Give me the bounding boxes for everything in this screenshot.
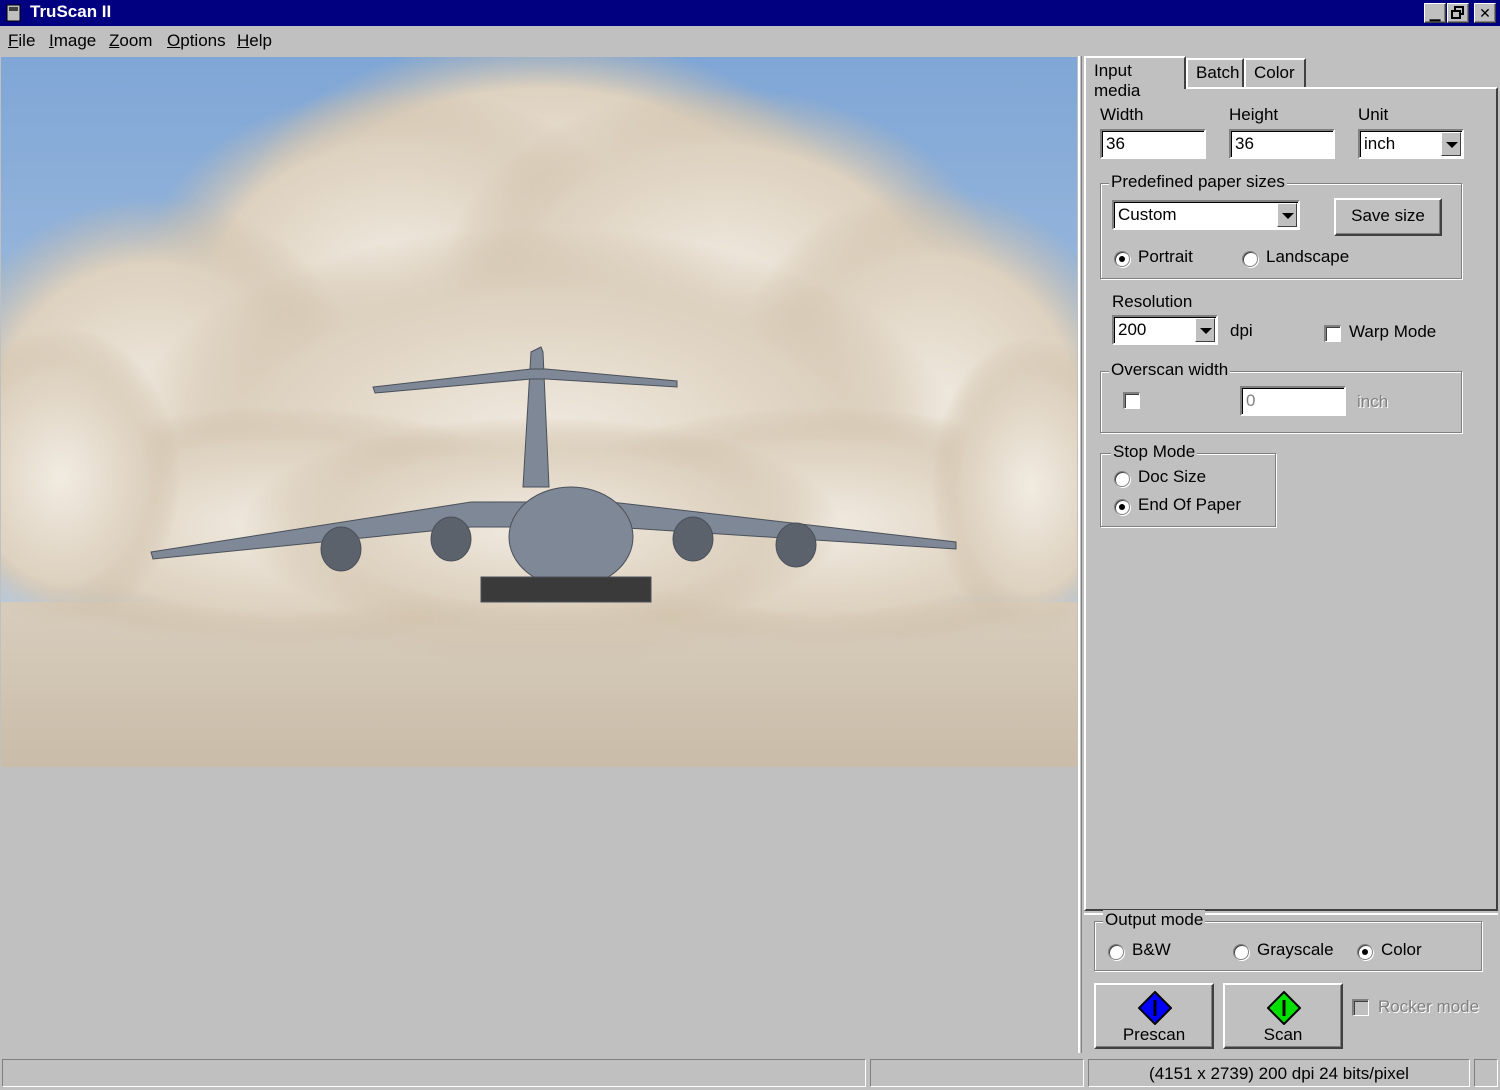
overscan-input[interactable]: 0 xyxy=(1240,386,1346,416)
unit-select[interactable]: inch xyxy=(1358,129,1464,159)
image-info-status: (4151 x 2739) 200 dpi 24 bits/pixel xyxy=(1088,1059,1470,1087)
grayscale-radio[interactable] xyxy=(1233,944,1249,960)
portrait-radio[interactable] xyxy=(1114,251,1130,267)
minimize-button[interactable]: ▁ xyxy=(1424,3,1446,23)
menu-help[interactable]: Help xyxy=(237,31,272,51)
title-bar: TruScan II ▁ ✕ xyxy=(0,0,1500,26)
scanned-image-preview xyxy=(1,57,1077,767)
resolution-select[interactable]: 200 xyxy=(1112,315,1218,345)
close-button[interactable]: ✕ xyxy=(1474,3,1496,23)
height-label: Height xyxy=(1229,105,1279,124)
unit-label: Unit xyxy=(1358,105,1389,124)
warp-mode-checkbox[interactable] xyxy=(1324,325,1341,342)
prescan-icon xyxy=(1138,991,1172,1025)
status-pane-2 xyxy=(870,1059,1084,1087)
image-pane[interactable] xyxy=(0,56,1078,1053)
chevron-down-icon[interactable] xyxy=(1195,318,1215,342)
paper-size-group: Predefined paper sizes Custom Save size … xyxy=(1100,172,1462,279)
menu-options[interactable]: Options xyxy=(167,31,226,51)
menu-bar: File Image Zoom Options Help xyxy=(0,27,1500,55)
scan-button[interactable]: Scan xyxy=(1223,983,1343,1049)
prescan-button[interactable]: Prescan xyxy=(1094,983,1214,1049)
status-pane-1 xyxy=(2,1059,866,1087)
end-of-paper-label: End Of Paper xyxy=(1138,495,1242,514)
resolution-label: Resolution xyxy=(1112,292,1193,311)
overscan-group-label: Overscan width xyxy=(1109,360,1231,380)
stop-mode-group: Stop Mode Doc Size End Of Paper xyxy=(1100,442,1276,527)
menu-image[interactable]: Image xyxy=(49,31,96,51)
save-size-button[interactable]: Save size xyxy=(1334,198,1442,236)
minimize-icon: ▁ xyxy=(1429,5,1441,21)
tab-color[interactable]: Color xyxy=(1244,58,1306,88)
menu-zoom[interactable]: Zoom xyxy=(109,31,152,51)
landscape-radio[interactable] xyxy=(1242,251,1258,267)
end-of-paper-radio[interactable] xyxy=(1114,499,1130,515)
app-icon xyxy=(6,4,21,22)
restore-button[interactable] xyxy=(1447,3,1469,23)
rocker-mode-label: Rocker mode xyxy=(1378,997,1480,1016)
color-label: Color xyxy=(1381,940,1422,959)
chevron-down-icon[interactable] xyxy=(1277,203,1297,227)
width-input[interactable]: 36 xyxy=(1100,129,1206,159)
stop-mode-group-label: Stop Mode xyxy=(1111,442,1198,462)
overscan-checkbox[interactable] xyxy=(1123,392,1140,409)
tab-input-media[interactable]: Input media xyxy=(1084,56,1186,100)
status-bar: (4151 x 2739) 200 dpi 24 bits/pixel xyxy=(0,1056,1500,1090)
size-grip[interactable] xyxy=(1474,1059,1498,1087)
height-input[interactable]: 36 xyxy=(1229,129,1335,159)
prescan-label: Prescan xyxy=(1122,1025,1186,1044)
chevron-down-icon[interactable] xyxy=(1441,132,1461,156)
scan-label: Scan xyxy=(1263,1025,1303,1044)
bw-label: B&W xyxy=(1132,940,1171,959)
output-mode-group: Output mode B&W Grayscale Color xyxy=(1094,910,1482,971)
dpi-label: dpi xyxy=(1230,321,1253,340)
close-icon: ✕ xyxy=(1479,5,1491,21)
output-mode-group-label: Output mode xyxy=(1103,910,1206,930)
paper-size-group-label: Predefined paper sizes xyxy=(1109,172,1287,192)
grayscale-label: Grayscale xyxy=(1257,940,1334,959)
scan-controls: Output mode B&W Grayscale Color Prescan … xyxy=(1084,910,1498,1053)
overscan-group: Overscan width 0 inch xyxy=(1100,360,1462,433)
paper-size-select[interactable]: Custom xyxy=(1112,200,1300,230)
landscape-label: Landscape xyxy=(1266,247,1350,266)
overscan-unit-label: inch xyxy=(1357,392,1389,411)
doc-size-label: Doc Size xyxy=(1138,467,1207,486)
doc-size-radio[interactable] xyxy=(1114,471,1130,487)
rocker-mode-checkbox[interactable] xyxy=(1352,999,1369,1016)
restore-icon xyxy=(1451,6,1464,19)
bw-radio[interactable] xyxy=(1108,944,1124,960)
menu-file[interactable]: File xyxy=(8,31,35,51)
width-label: Width xyxy=(1100,105,1144,124)
input-media-tab-page: Width 36 Height 36 Unit inch Predefined … xyxy=(1084,87,1498,911)
color-radio[interactable] xyxy=(1357,944,1373,960)
warp-mode-label: Warp Mode xyxy=(1349,322,1437,341)
window-title: TruScan II xyxy=(30,2,112,21)
scan-icon xyxy=(1267,991,1301,1025)
settings-panel: Input media Batch Color Width 36 Height … xyxy=(1082,56,1500,1053)
tab-batch[interactable]: Batch xyxy=(1186,58,1244,88)
portrait-label: Portrait xyxy=(1138,247,1193,266)
